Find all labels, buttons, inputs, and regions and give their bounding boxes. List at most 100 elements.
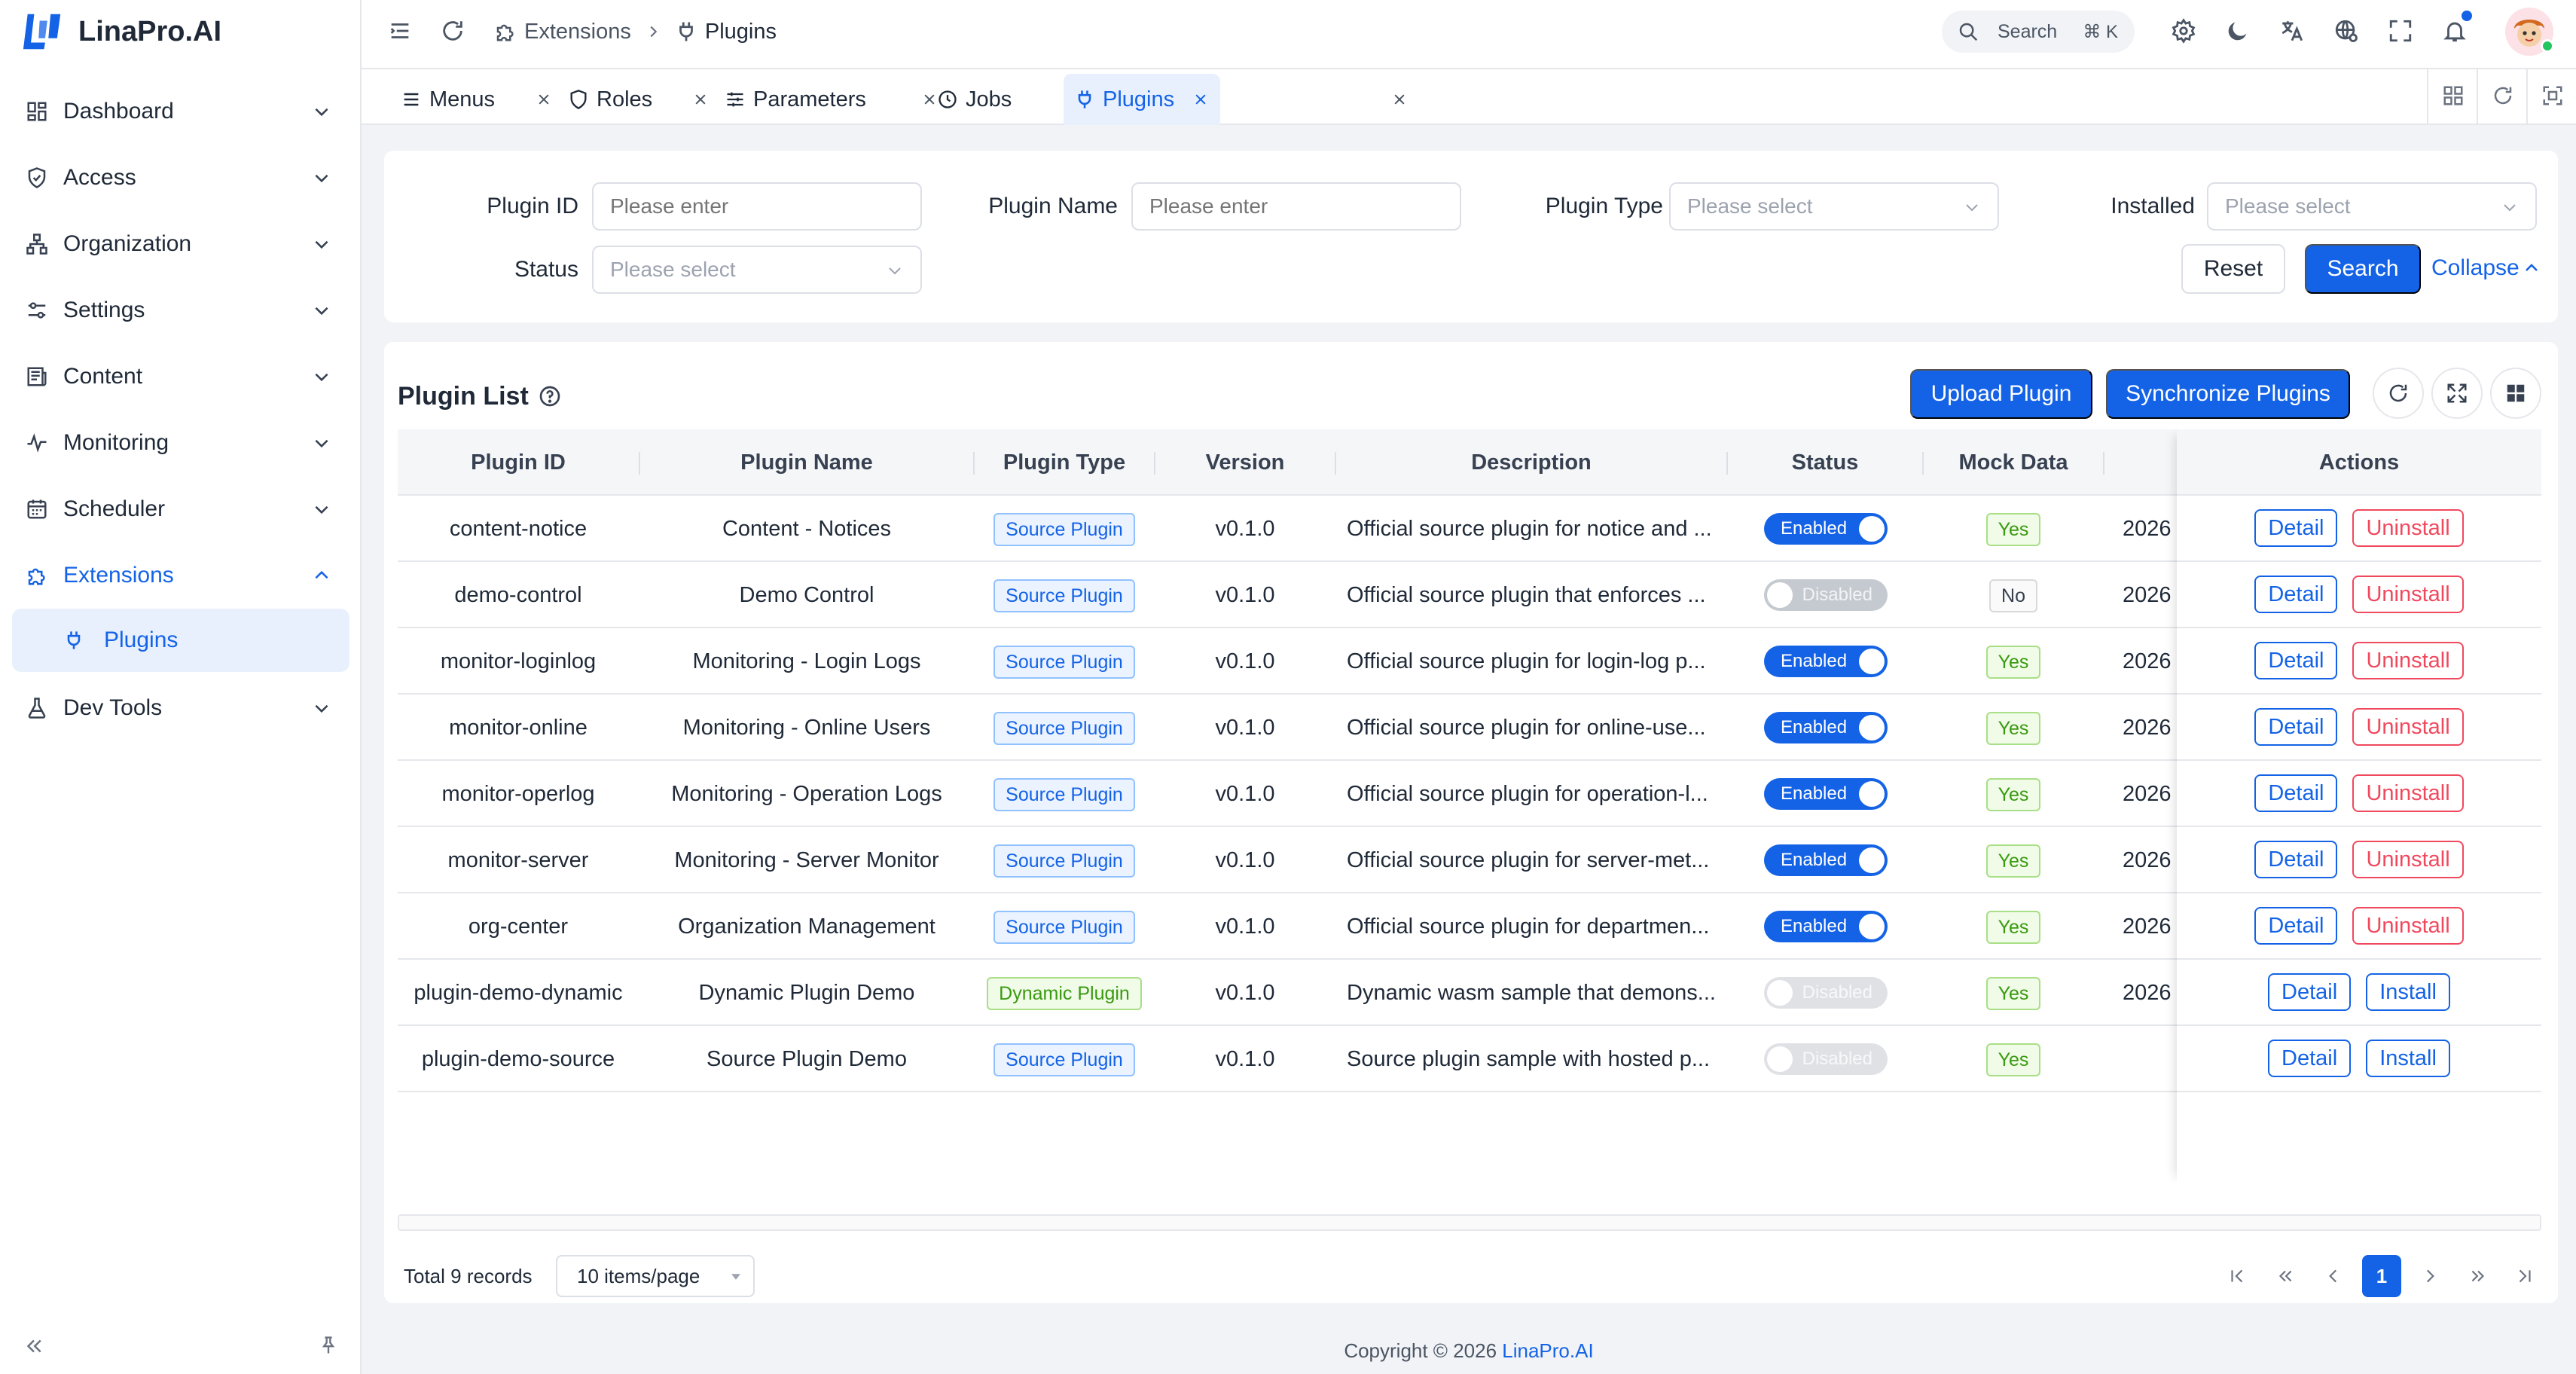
tab-parameters[interactable]: Parameters — [725, 74, 966, 125]
moon-icon[interactable] — [2225, 18, 2251, 44]
horizontal-scrollbar[interactable] — [398, 1214, 2541, 1231]
close-icon[interactable] — [1193, 92, 1208, 107]
status-switch[interactable]: Enabled — [1764, 646, 1888, 677]
prev-page-button[interactable] — [2314, 1255, 2353, 1297]
sidebar-item-extensions[interactable]: Extensions — [0, 542, 362, 609]
table-refresh-button[interactable] — [2373, 368, 2424, 419]
close-icon[interactable] — [693, 92, 708, 107]
detail-button[interactable]: Detail — [2254, 907, 2338, 945]
table-fullscreen-button[interactable] — [2431, 368, 2483, 419]
installed-select[interactable]: Please select — [2207, 182, 2537, 231]
cell-version: v0.1.0 — [1215, 981, 1275, 1005]
detail-button[interactable]: Detail — [2254, 774, 2338, 812]
status-switch[interactable]: Disabled — [1764, 579, 1888, 611]
help-icon[interactable] — [538, 384, 562, 408]
detail-button[interactable]: Detail — [2254, 509, 2338, 547]
page-size-select[interactable]: 10 items/page — [556, 1255, 755, 1297]
tab-menus[interactable]: Menus — [401, 74, 551, 125]
install-button[interactable]: Install — [2366, 1040, 2450, 1077]
refresh-icon[interactable] — [440, 18, 465, 44]
status-switch[interactable]: Enabled — [1764, 513, 1888, 545]
gear-icon[interactable] — [2171, 18, 2196, 44]
install-button[interactable]: Install — [2366, 973, 2450, 1011]
next-5-pages-button[interactable] — [2458, 1255, 2498, 1297]
sidebar-item-plugins[interactable]: Plugins — [12, 609, 349, 672]
uninstall-button[interactable]: Uninstall — [2352, 774, 2464, 812]
detail-button[interactable]: Detail — [2254, 642, 2338, 679]
translate-icon[interactable] — [2279, 18, 2305, 44]
uninstall-button[interactable]: Uninstall — [2352, 841, 2464, 878]
close-icon[interactable] — [1392, 92, 1407, 107]
uninstall-button[interactable]: Uninstall — [2352, 708, 2464, 746]
tab-label: Menus — [429, 87, 496, 111]
tab-plugins[interactable]: Plugins — [1064, 74, 1220, 125]
col-actions: Actions — [2177, 429, 2541, 496]
reload-tab-button[interactable] — [2477, 69, 2526, 124]
next-page-button[interactable] — [2410, 1255, 2449, 1297]
sidebar-item-settings[interactable]: Settings — [0, 277, 362, 344]
column-divider[interactable] — [2103, 452, 2104, 475]
synchronize-plugins-button[interactable]: Synchronize Plugins — [2106, 369, 2350, 419]
status-switch[interactable]: Enabled — [1764, 778, 1888, 810]
sidebar-item-scheduler[interactable]: Scheduler — [0, 476, 362, 542]
detail-button[interactable]: Detail — [2268, 1040, 2352, 1077]
detail-button[interactable]: Detail — [2254, 708, 2338, 746]
plugin-name-input[interactable] — [1131, 182, 1461, 231]
global-search[interactable]: Search ⌘ K — [1942, 11, 2135, 53]
breadcrumb-extensions[interactable]: Extensions — [524, 20, 631, 44]
status-select[interactable]: Please select — [592, 246, 922, 294]
uninstall-button[interactable]: Uninstall — [2352, 509, 2464, 547]
sidebar-item-dashboard[interactable]: Dashboard — [0, 78, 362, 145]
sidebar-item-content[interactable]: Content — [0, 344, 362, 410]
double-chevron-left-icon — [2278, 1270, 2292, 1282]
sidebar-item-dev-tools[interactable]: Dev Tools — [0, 675, 362, 741]
detail-button[interactable]: Detail — [2268, 973, 2352, 1011]
menu-toggle-icon[interactable] — [387, 18, 413, 44]
prev-5-pages-button[interactable] — [2266, 1255, 2305, 1297]
chevron-down-icon — [315, 108, 328, 117]
upload-plugin-button[interactable]: Upload Plugin — [1910, 369, 2092, 419]
plugin-type-select[interactable]: Please select — [1669, 182, 1999, 231]
plugin-type-tag: Source Plugin — [993, 646, 1135, 679]
first-page-button[interactable] — [2217, 1255, 2257, 1297]
fullscreen-icon[interactable] — [2388, 18, 2413, 44]
last-page-button[interactable] — [2505, 1255, 2544, 1297]
page-1-button[interactable]: 1 — [2362, 1255, 2401, 1297]
reset-button[interactable]: Reset — [2181, 244, 2285, 294]
plugin-id-input[interactable] — [592, 182, 922, 231]
maximize-content-button[interactable] — [2526, 69, 2576, 124]
collapse-link[interactable]: Collapse — [2431, 253, 2541, 283]
sidebar-item-access[interactable]: Access — [0, 145, 362, 211]
globe-settings-icon[interactable] — [2333, 18, 2359, 44]
status-switch[interactable]: Enabled — [1764, 844, 1888, 876]
layout-grid-button[interactable] — [2427, 69, 2477, 124]
search-button[interactable]: Search — [2305, 244, 2421, 294]
collapse-sidebar-icon[interactable] — [23, 1335, 45, 1357]
pin-icon[interactable] — [318, 1335, 339, 1356]
uninstall-button[interactable]: Uninstall — [2352, 642, 2464, 679]
tab-roles[interactable]: Roles — [568, 74, 719, 125]
close-icon[interactable] — [536, 92, 551, 107]
status-switch[interactable]: Disabled — [1764, 977, 1888, 1009]
actions-cell: Detail Uninstall — [2177, 695, 2541, 761]
refresh-icon — [2389, 384, 2407, 402]
list-icon — [404, 93, 419, 106]
detail-button[interactable]: Detail — [2254, 576, 2338, 613]
chevron-down-icon — [315, 505, 328, 514]
status-switch[interactable]: Disabled — [1764, 1043, 1888, 1075]
sidebar-item-label: Plugins — [104, 627, 179, 652]
sliders-icon — [28, 302, 46, 319]
uninstall-button[interactable]: Uninstall — [2352, 907, 2464, 945]
bell-icon[interactable] — [2442, 18, 2468, 44]
detail-button[interactable]: Detail — [2254, 841, 2338, 878]
activity-icon — [27, 433, 47, 453]
footer-link[interactable]: LinaPro.AI — [1502, 1339, 1593, 1362]
uninstall-button[interactable]: Uninstall — [2352, 576, 2464, 613]
status-switch[interactable]: Enabled — [1764, 911, 1888, 942]
logo[interactable]: LinaPro.AI — [21, 9, 221, 54]
status-switch[interactable]: Enabled — [1764, 712, 1888, 743]
column-settings-button[interactable] — [2490, 368, 2541, 419]
close-icon[interactable] — [922, 92, 937, 107]
sidebar-item-organization[interactable]: Organization — [0, 211, 362, 277]
sidebar-item-monitoring[interactable]: Monitoring — [0, 410, 362, 476]
